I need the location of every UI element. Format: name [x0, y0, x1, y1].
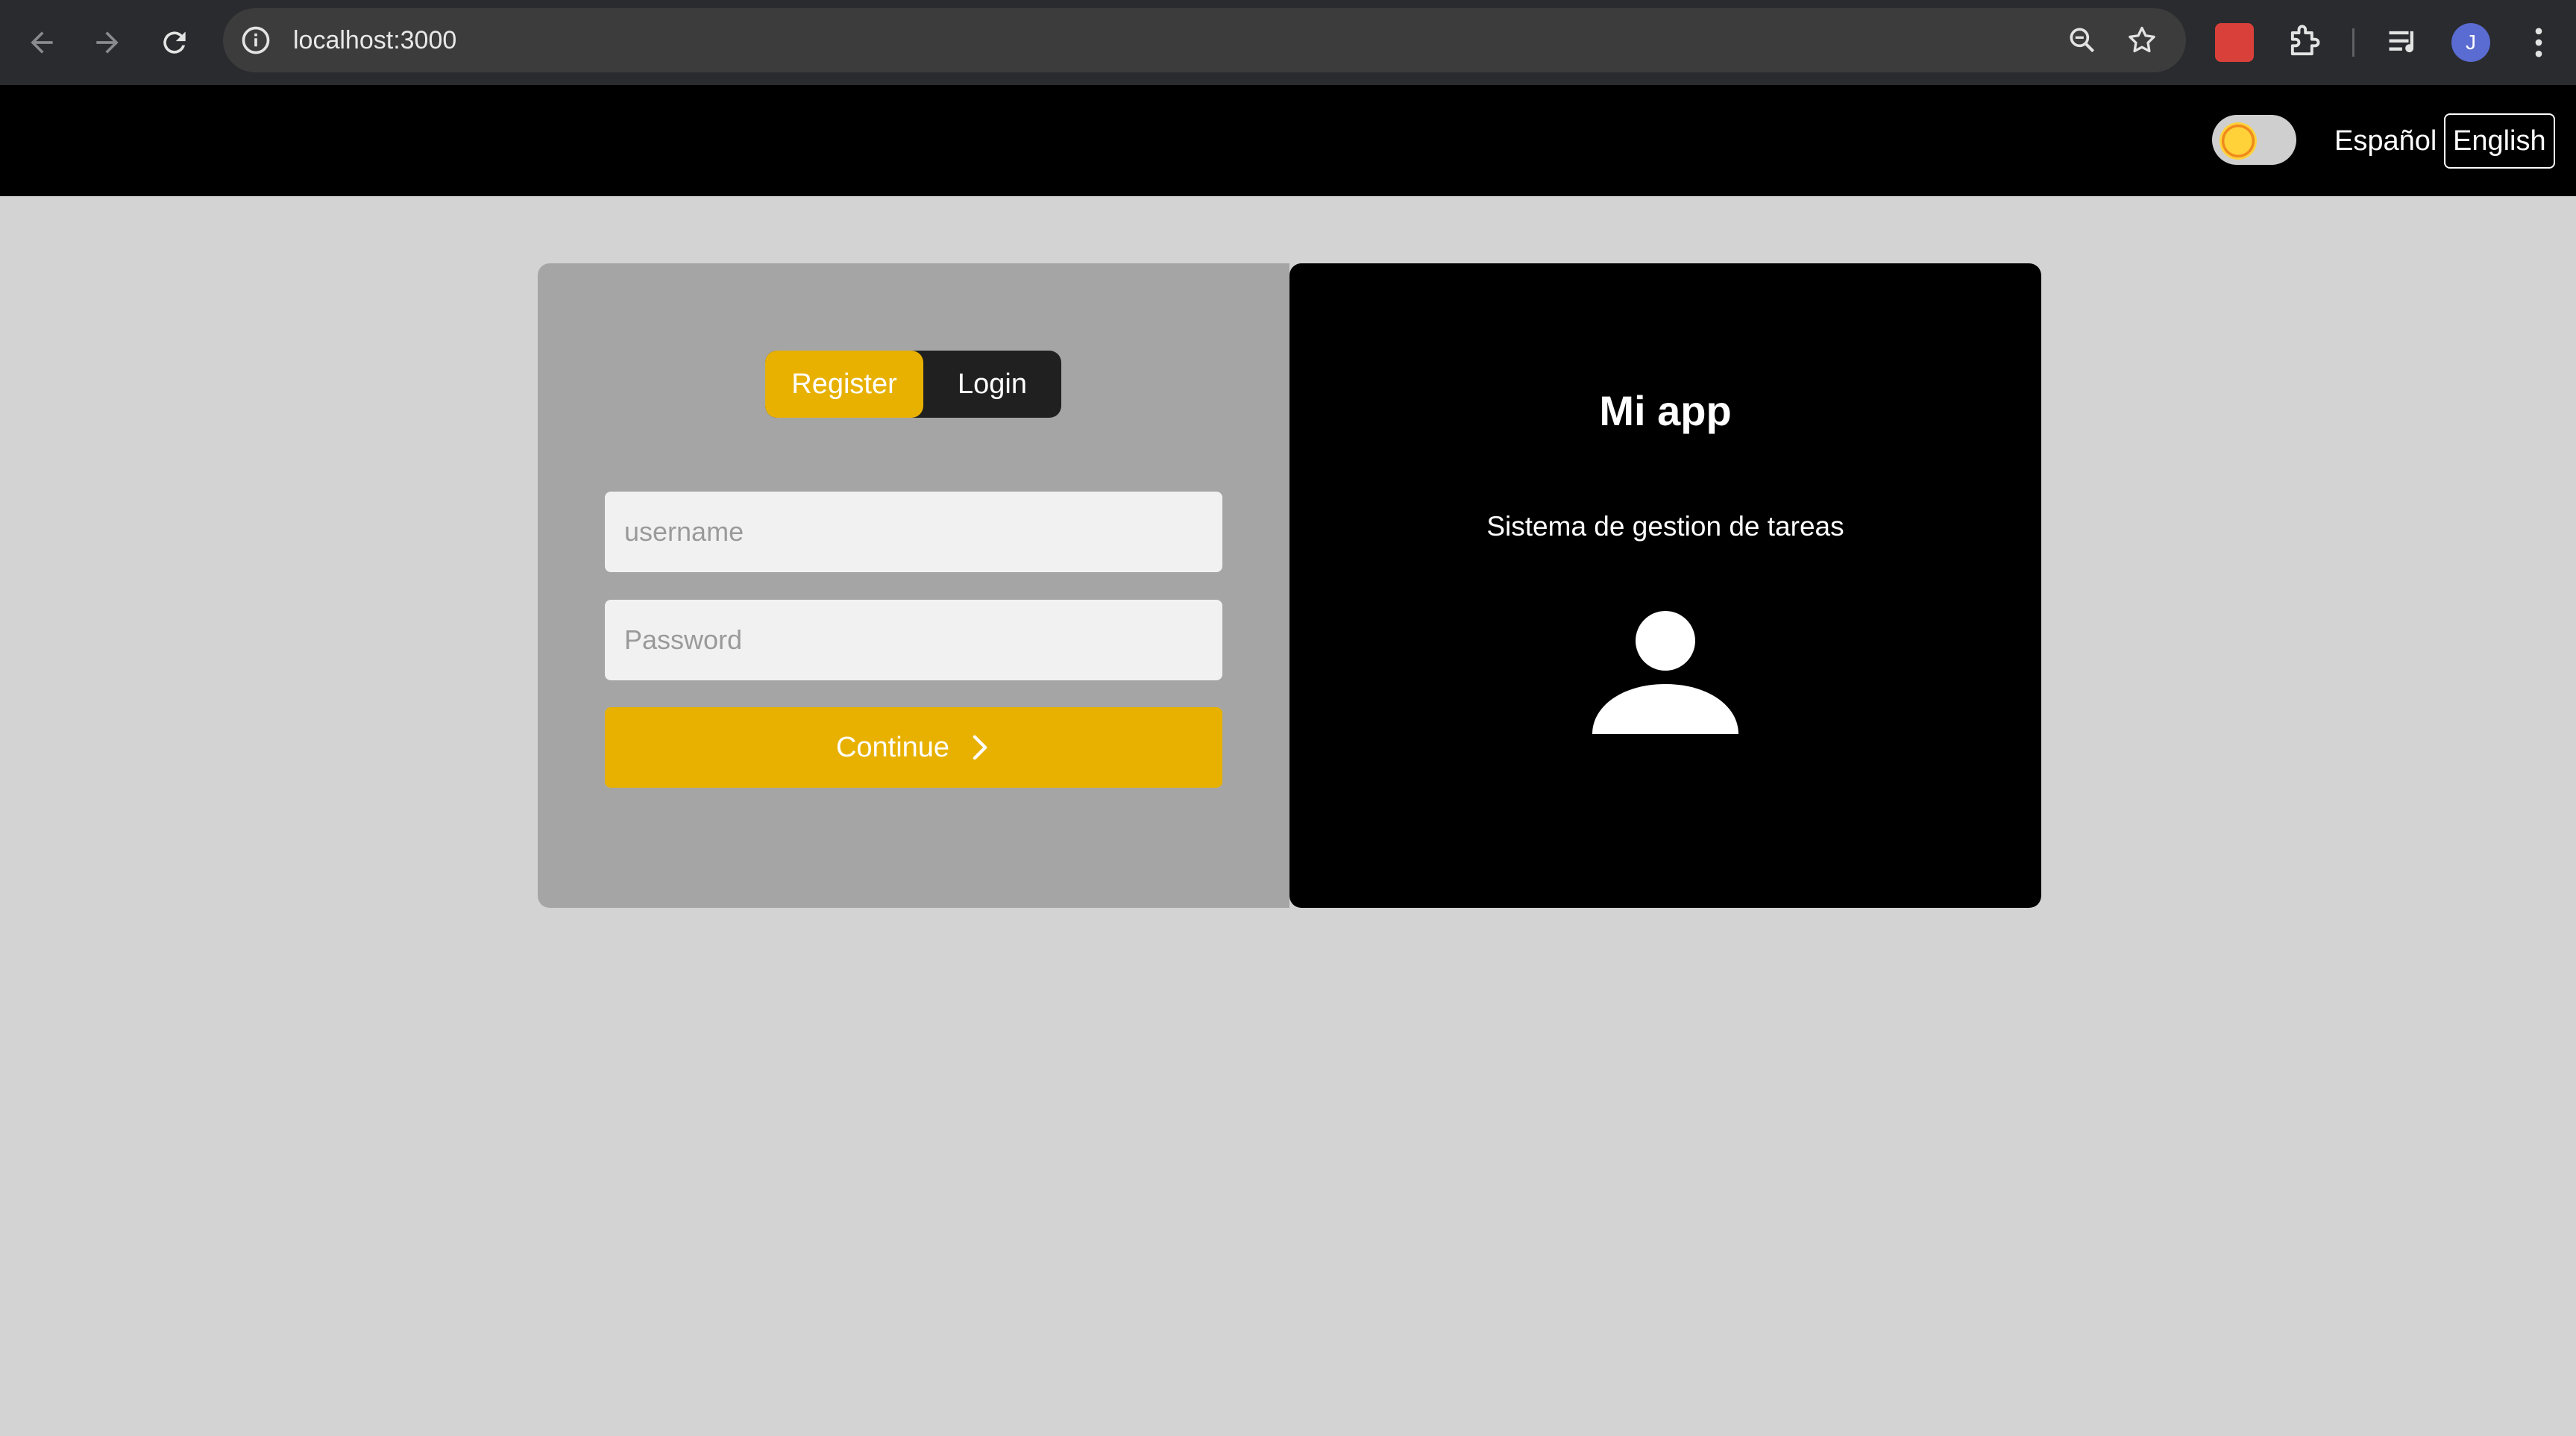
app-title: Mi app: [1599, 387, 1732, 434]
app-subtitle: Sistema de gestion de tareas: [1486, 511, 1844, 542]
toolbar-divider: [2352, 28, 2354, 57]
forward-button[interactable]: [78, 13, 137, 72]
auth-card: Register Login Continue Mi app Sistema d…: [538, 263, 2041, 908]
app-header: Español English: [0, 85, 2576, 196]
chevron-right-icon: [973, 735, 987, 760]
continue-button[interactable]: Continue: [605, 707, 1222, 788]
language-english[interactable]: English: [2444, 113, 2555, 169]
password-input[interactable]: [605, 600, 1222, 680]
site-info-icon[interactable]: [239, 24, 272, 57]
language-espanol[interactable]: Español: [2334, 113, 2437, 169]
media-queue-icon[interactable]: [2384, 23, 2423, 62]
user-icon: [1592, 611, 1738, 734]
tab-login[interactable]: Login: [923, 351, 1061, 418]
sun-icon: [2220, 122, 2257, 160]
app-info-panel: Mi app Sistema de gestion de tareas: [1289, 263, 2041, 908]
arrow-right-icon: [96, 31, 119, 54]
tab-register[interactable]: Register: [765, 351, 923, 418]
extension-icon[interactable]: [2215, 23, 2254, 62]
reload-button[interactable]: [145, 13, 204, 72]
continue-label: Continue: [835, 731, 950, 763]
reload-icon: [163, 31, 186, 54]
bookmark-star-icon[interactable]: [2126, 24, 2158, 57]
puzzle-icon[interactable]: [2284, 23, 2323, 62]
theme-toggle[interactable]: [2212, 115, 2296, 165]
auth-mode-switch: Register Login: [765, 351, 1061, 418]
zoom-icon[interactable]: [2066, 24, 2099, 57]
profile-avatar[interactable]: J: [2451, 23, 2490, 62]
arrow-left-icon: [31, 31, 53, 54]
address-bar[interactable]: localhost:3000: [223, 8, 2186, 72]
username-input[interactable]: [605, 492, 1222, 572]
auth-form-panel: Register Login Continue: [538, 263, 1289, 908]
more-options-icon[interactable]: [2519, 23, 2558, 62]
url-text: localhost:3000: [293, 26, 457, 54]
browser-toolbar: localhost:3000 J: [0, 0, 2576, 85]
back-button[interactable]: [12, 13, 72, 72]
